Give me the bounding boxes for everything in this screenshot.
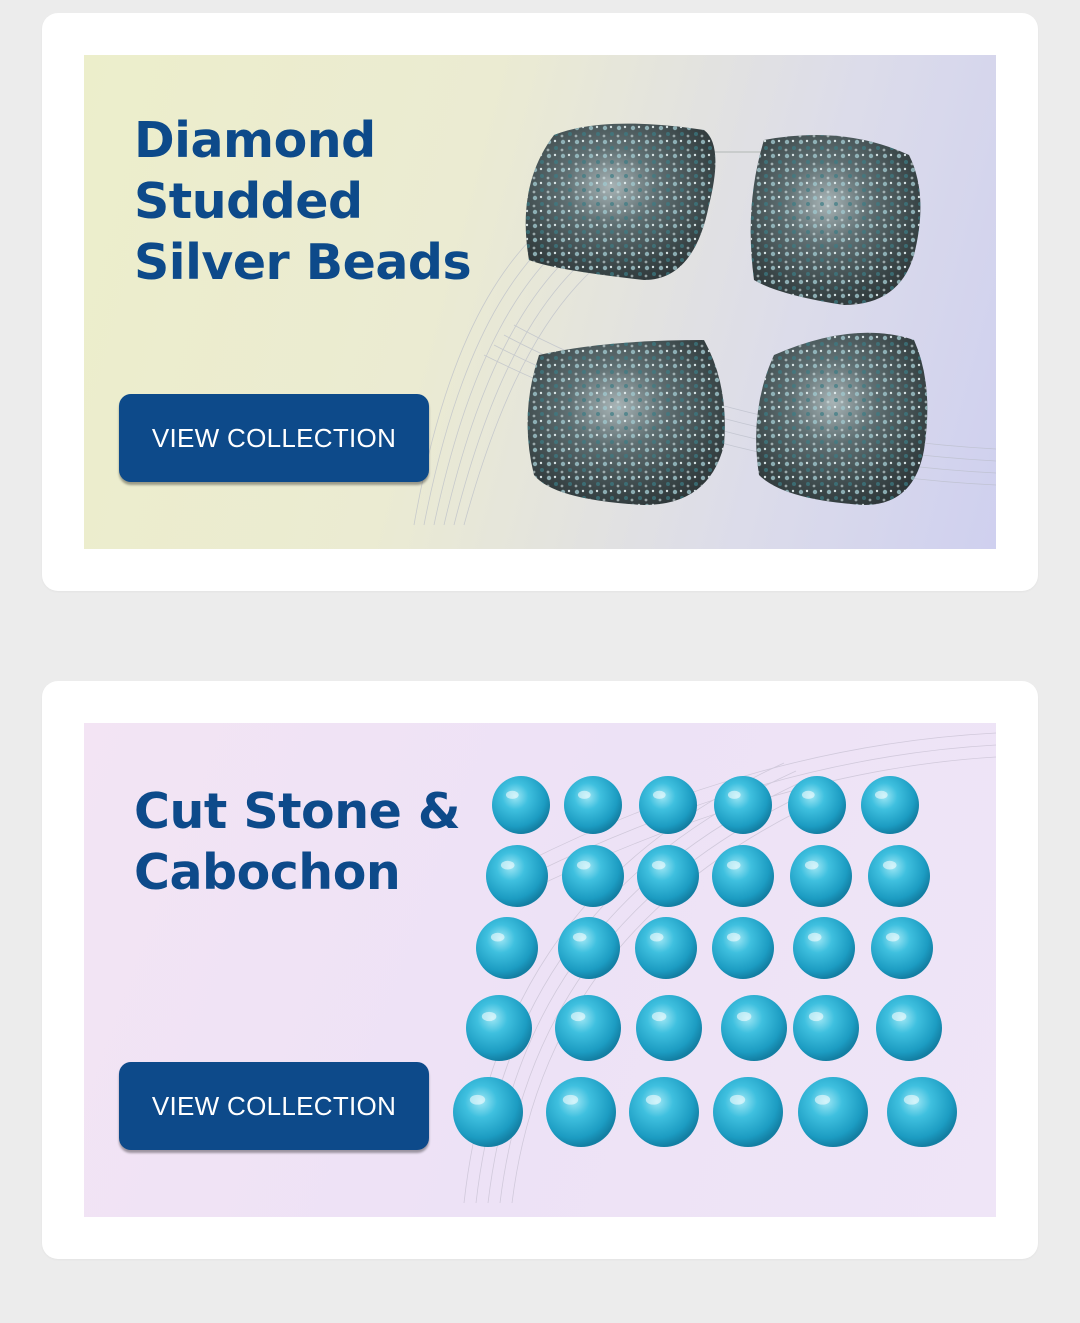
cabochon-stone	[868, 845, 930, 907]
cabochon-stone	[629, 1077, 699, 1147]
cabochon-stone	[712, 917, 774, 979]
stone-highlight	[652, 790, 666, 799]
collection-card-silver-beads: Diamond Studded Silver Beads VIEW COLLEC…	[42, 13, 1038, 591]
stone-highlight	[736, 1011, 752, 1022]
view-collection-button[interactable]: VIEW COLLECTION	[119, 1062, 429, 1150]
cabochon-stone	[476, 917, 538, 979]
cabochon-stone	[790, 845, 852, 907]
cabochon-stone	[714, 776, 772, 834]
promo-banner[interactable]: Diamond Studded Silver Beads VIEW COLLEC…	[84, 55, 996, 549]
stone-highlight	[801, 790, 815, 799]
stone-highlight	[726, 860, 741, 870]
stone-highlight	[804, 860, 819, 870]
cabochon-stone	[861, 776, 919, 834]
stone-highlight	[814, 1094, 831, 1105]
cabochon-stone	[639, 776, 697, 834]
stone-highlight	[874, 790, 888, 799]
cabochon-stone	[721, 995, 787, 1061]
cabochon-stone	[555, 995, 621, 1061]
cabochon-stone	[492, 776, 550, 834]
stone-highlight	[570, 1011, 586, 1022]
collection-card-cut-stone: Cut Stone & Cabochon VIEW COLLECTION	[42, 681, 1038, 1259]
cabochon-stone	[712, 845, 774, 907]
cabochon-stone	[798, 1077, 868, 1147]
stone-highlight	[645, 1094, 662, 1105]
stone-highlight	[490, 932, 505, 942]
cabochon-stone	[871, 917, 933, 979]
cabochon-stone	[558, 917, 620, 979]
cabochon-stone	[788, 776, 846, 834]
cabochon-stone	[793, 995, 859, 1061]
cabochon-stone	[713, 1077, 783, 1147]
cabochon-stone	[562, 845, 624, 907]
cabochon-stone	[876, 995, 942, 1061]
cabochon-stone	[486, 845, 548, 907]
cabochon-stone	[637, 845, 699, 907]
stone-highlight	[891, 1011, 907, 1022]
stone-highlight	[651, 1011, 667, 1022]
stone-highlight	[807, 932, 822, 942]
stone-highlight	[469, 1094, 486, 1105]
cabochon-stone	[636, 995, 702, 1061]
stone-highlight	[576, 860, 591, 870]
cabochon-stone	[564, 776, 622, 834]
promo-banner[interactable]: Cut Stone & Cabochon VIEW COLLECTION	[84, 723, 996, 1217]
cabochon-stone	[887, 1077, 957, 1147]
stone-highlight	[651, 860, 666, 870]
stone-highlight	[882, 860, 897, 870]
stone-highlight	[505, 790, 519, 799]
cabochon-stone	[793, 917, 855, 979]
cabochon-stone	[635, 917, 697, 979]
cabochon-stone	[453, 1077, 523, 1147]
stone-highlight	[577, 790, 591, 799]
stone-highlight	[885, 932, 900, 942]
stone-highlight	[808, 1011, 824, 1022]
stone-highlight	[481, 1011, 497, 1022]
cabochon-stone	[466, 995, 532, 1061]
stone-highlight	[500, 860, 515, 870]
stone-highlight	[727, 790, 741, 799]
cabochon-stone	[546, 1077, 616, 1147]
stone-highlight	[572, 932, 587, 942]
stone-highlight	[903, 1094, 920, 1105]
stone-highlight	[726, 932, 741, 942]
view-collection-button[interactable]: VIEW COLLECTION	[119, 394, 429, 482]
stone-highlight	[649, 932, 664, 942]
stone-highlight	[562, 1094, 579, 1105]
stone-highlight	[729, 1094, 746, 1105]
